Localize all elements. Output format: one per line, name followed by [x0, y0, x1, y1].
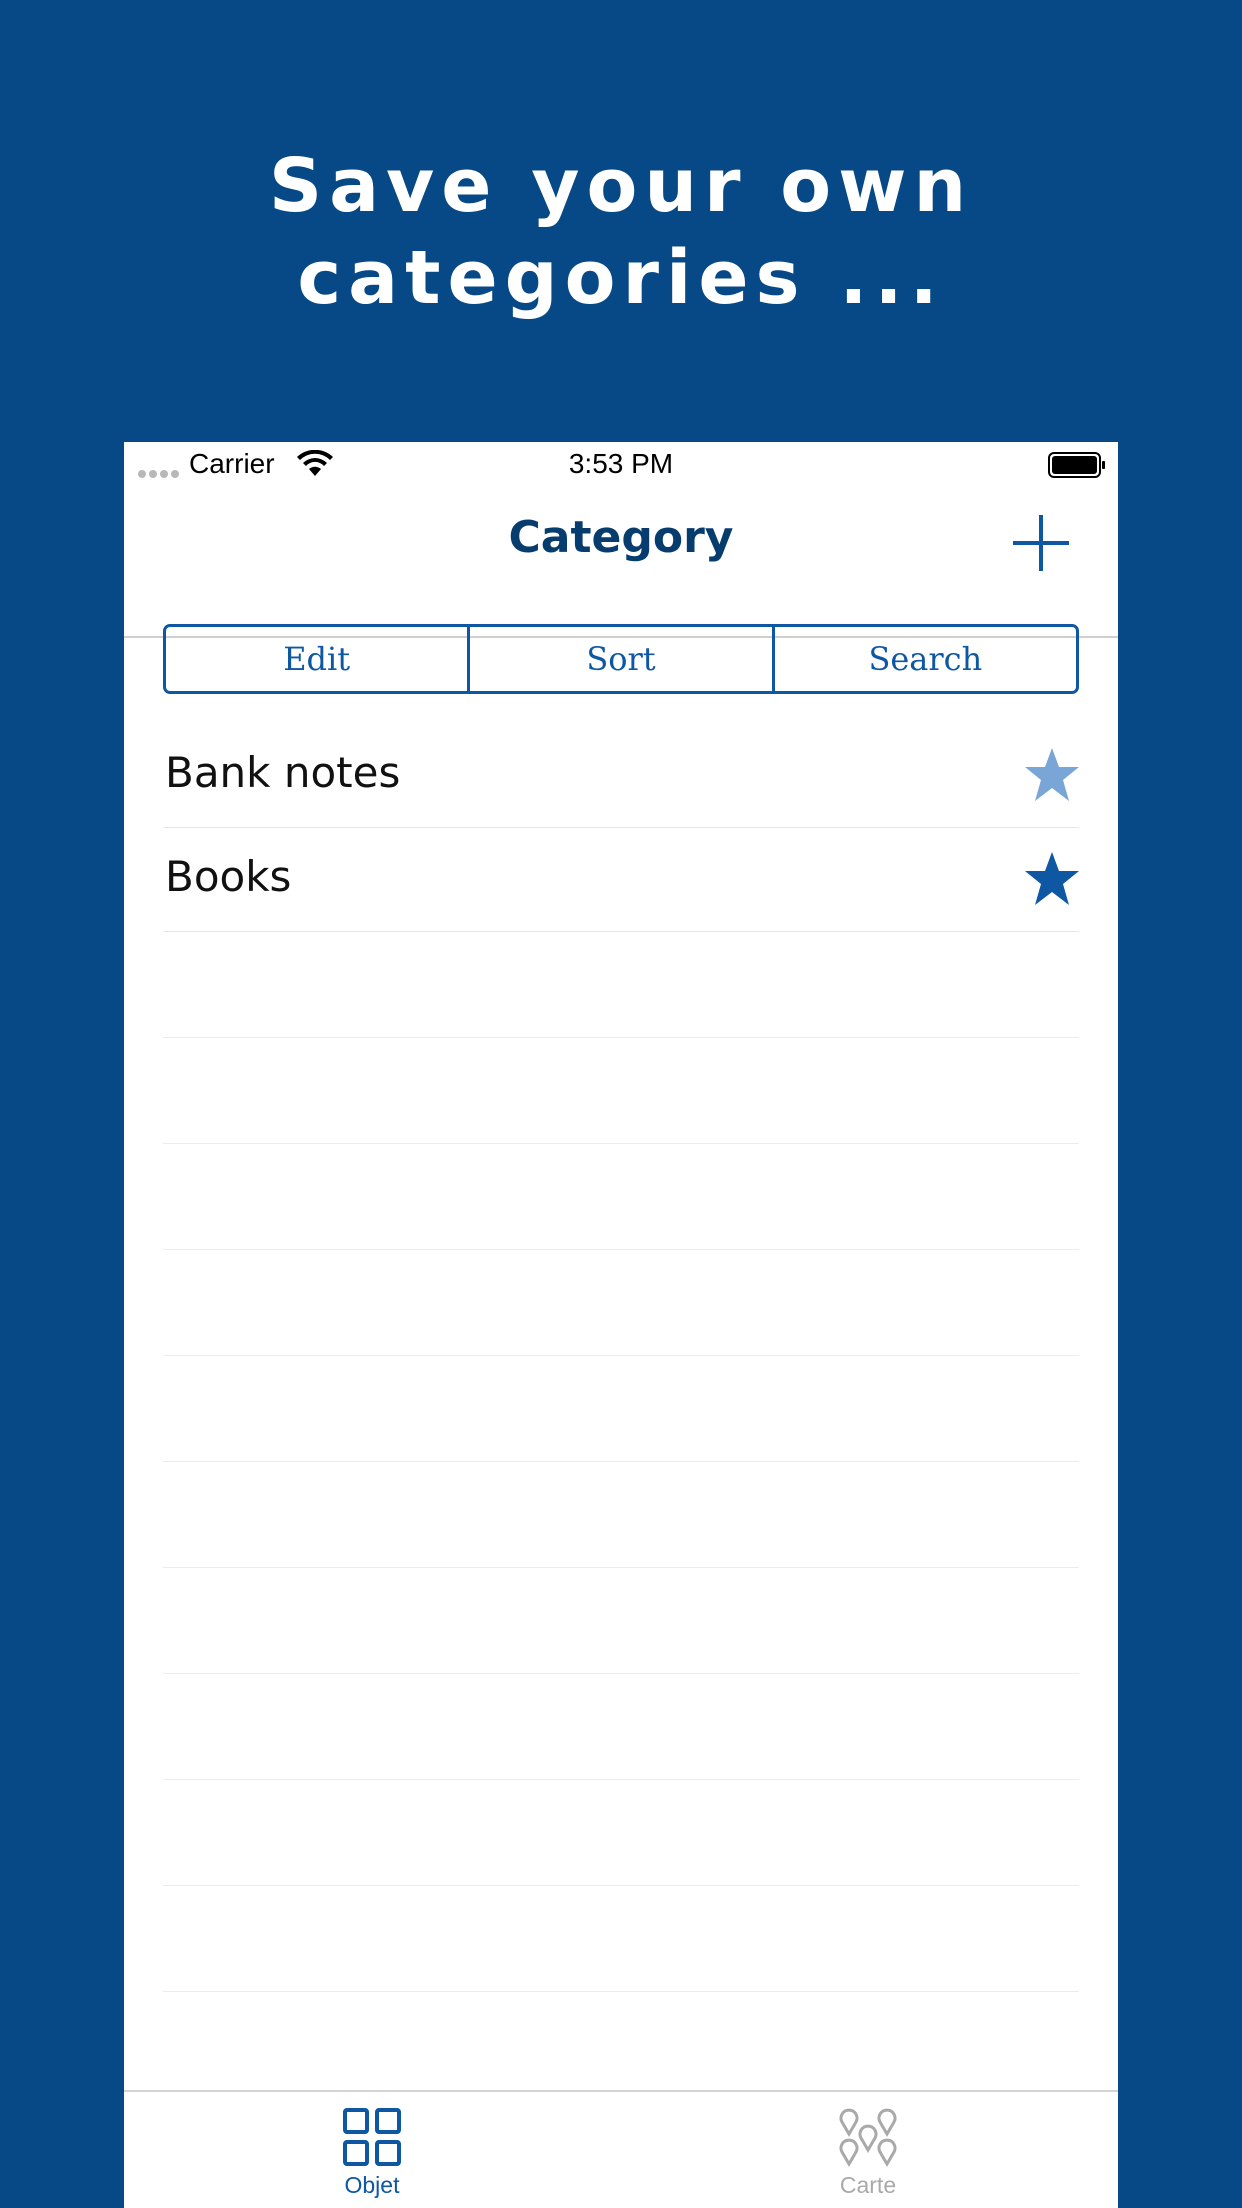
headline-line-1: Save your own — [268, 143, 974, 229]
favorite-star-icon[interactable] — [1023, 746, 1081, 804]
empty-list-row — [163, 1250, 1079, 1356]
tab-carte-label: Carte — [839, 2172, 897, 2198]
tab-objet-label: Objet — [344, 2172, 400, 2198]
empty-list-row — [163, 1144, 1079, 1250]
status-bar: Carrier 3:53 PM — [124, 442, 1118, 490]
search-segment[interactable]: Search — [771, 627, 1076, 691]
category-label: Books — [165, 852, 292, 901]
tab-bar: Objet Carte — [124, 2090, 1118, 2208]
page-title: Category — [508, 512, 734, 563]
promo-headline: Save your own categories ... — [0, 140, 1242, 324]
category-row[interactable]: Bank notes — [163, 724, 1079, 828]
empty-list-row — [163, 1038, 1079, 1144]
grid-icon — [343, 2108, 401, 2166]
empty-list-row — [163, 1780, 1079, 1886]
battery-icon — [1048, 452, 1105, 478]
empty-list-row — [163, 1356, 1079, 1462]
map-pins-icon — [839, 2108, 897, 2167]
category-row[interactable]: Books — [163, 828, 1079, 932]
navigation-bar: Category — [124, 490, 1118, 638]
sort-segment[interactable]: Sort — [467, 627, 771, 691]
tab-carte[interactable]: Carte — [768, 2106, 968, 2199]
empty-list-row — [163, 1568, 1079, 1674]
segmented-control: Edit Sort Search — [163, 624, 1079, 694]
status-time: 3:53 PM — [568, 448, 674, 479]
headline-line-2: categories ... — [297, 235, 945, 321]
phone-screen: Carrier 3:53 PM Category Edit Sort Searc… — [124, 442, 1118, 2208]
edit-segment[interactable]: Edit — [166, 627, 467, 691]
add-category-button[interactable] — [1010, 512, 1072, 574]
empty-list-row — [163, 1674, 1079, 1780]
category-list: Bank notes Books — [163, 724, 1079, 1992]
empty-list-row — [163, 1462, 1079, 1568]
empty-list-row — [163, 1886, 1079, 1992]
favorite-star-icon[interactable] — [1023, 850, 1081, 908]
empty-list-row — [163, 932, 1079, 1038]
category-label: Bank notes — [165, 748, 401, 797]
tab-objet[interactable]: Objet — [272, 2106, 472, 2199]
